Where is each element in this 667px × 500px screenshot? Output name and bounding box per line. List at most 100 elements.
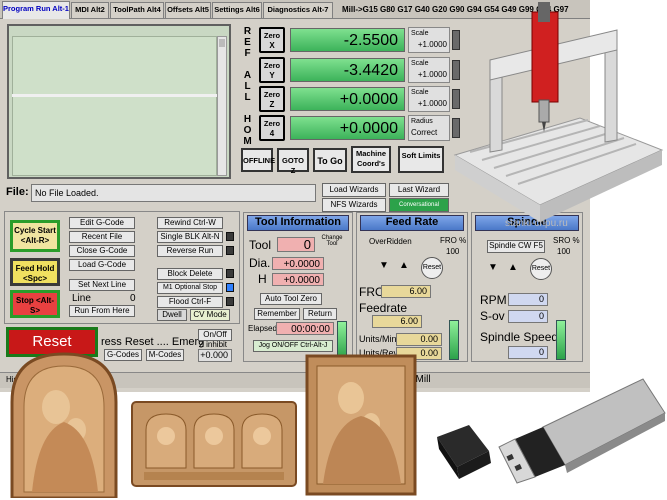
zero-x-button[interactable]: Zero X [259,27,285,53]
axis-letter: 4 [269,129,275,138]
offline-button[interactable]: OFFLINE [241,148,276,172]
carved-icon-arched-image [10,352,118,498]
block-delete-led [226,269,234,278]
scale-label: Scale [411,60,429,67]
tab-diagnostics[interactable]: Diagnostics Alt-7 [263,2,333,18]
tab-program-run[interactable]: Program Run Alt-1 [2,1,70,19]
reverse-run-led [226,246,234,255]
tab-settings[interactable]: Settings Alt6 [212,2,262,18]
stop-button[interactable]: Stop <Alt-S> [10,290,60,318]
optional-stop-button[interactable]: M1 Optional Stop [157,282,223,294]
mcodes-button[interactable]: M-Codes [146,349,184,361]
carved-icon-rectangular-image [305,354,417,496]
spindle-reset-button[interactable]: Reset [530,258,552,280]
nfs-wizards-button[interactable]: NFS Wizards [322,198,386,212]
auto-tool-zero-button[interactable]: Auto Tool Zero [260,293,322,305]
axis-letter: Y [269,71,275,80]
reset-message: ress Reset .... Emerg [101,336,205,348]
h-label: H [258,272,267,286]
load-gcode-button[interactable]: Load G-Code [69,259,135,271]
spindle-cw-button[interactable]: Spindle CW F5 [487,240,545,253]
scroll-thumb[interactable] [219,39,225,47]
return-button[interactable]: Return [303,308,337,320]
spindle-led-bar [556,320,566,360]
machine-coords-button[interactable]: Machine Coord's [351,146,391,173]
elapsed-label: Elapsed [248,324,277,333]
scale-label: Scale [411,30,429,37]
jog-toggle-button[interactable]: Jog ON/OFF Ctrl-Alt-J [253,340,333,352]
zero-label: Zero [263,61,281,70]
load-wizards-button[interactable]: Load Wizards [322,183,386,197]
single-block-button[interactable]: Single BLK Alt-N [157,231,223,243]
edit-gcode-button[interactable]: Edit G-Code [69,217,135,229]
soft-limits-button[interactable]: Soft Limits [398,146,444,173]
reverse-run-button[interactable]: Reverse Run [157,245,223,257]
z-inhibit-value[interactable]: +0.000 [198,349,232,362]
fro-value[interactable]: 6.00 [381,285,431,298]
tab-offsets[interactable]: Offsets Alt5 [165,2,211,18]
spindle-speed-value[interactable]: 0 [508,346,548,359]
cv-mode-indicator: CV Mode [190,309,230,321]
goto-z-button[interactable]: GOTO Z [277,148,309,175]
rpm-value[interactable]: 0 [508,293,548,306]
spindle-up-icon[interactable]: ▲ [507,262,519,274]
sov-value: 0 [508,310,548,323]
line-label: Line [72,293,91,304]
ref-all-home-button[interactable]: REF ALL HOME [240,26,254,158]
to-go-button[interactable]: To Go [313,148,347,172]
zero-label: Zero [263,119,281,128]
zero-4-button[interactable]: Zero 4 [259,115,285,141]
rpm-label: RPM [480,293,507,307]
set-next-line-button[interactable]: Set Next Line [69,279,135,291]
offline-label: OFFLINE [243,156,276,165]
soft-limits-label: Soft Limits [401,151,441,160]
feedrate-value[interactable]: 6.00 [372,315,422,328]
feed-reset-button[interactable]: Reset [421,257,443,279]
zero-y-button[interactable]: Zero Y [259,57,285,83]
block-delete-button[interactable]: Block Delete [157,268,223,280]
close-gcode-button[interactable]: Close G-Code [69,245,135,257]
tab-mdi[interactable]: MDI Alt2 [71,2,109,18]
single-block-led [226,232,234,241]
sov-label: S-ov [480,309,505,323]
dro-z[interactable]: +0.0000 [290,87,405,111]
cnc-router-image [453,2,664,222]
gcode-scrollbar[interactable] [217,36,227,176]
run-from-here-button[interactable]: Run From Here [69,305,135,317]
rewind-button[interactable]: Rewind Ctrl-W [157,217,223,229]
recent-file-button[interactable]: Recent File [69,231,135,243]
tool-diameter[interactable]: +0.0000 [272,257,324,270]
cycle-start-button[interactable]: Cycle Start <Alt-R> [10,220,60,252]
scale-label: Radius [411,118,433,125]
dro-y[interactable]: -3.4420 [290,58,405,82]
flood-button[interactable]: Flood Ctrl-F [157,296,223,308]
scale-label: Scale [411,89,429,96]
tool-label: Tool [249,238,272,252]
goto-z-label: GOTO Z [282,156,304,175]
ref-all-home-label: REF ALL HOME [242,26,253,158]
dwell-indicator: Dwell [157,309,187,321]
tab-toolpath[interactable]: ToolPath Alt4 [110,2,164,18]
dro-x[interactable]: -2.5500 [290,28,405,52]
gcode-listing [12,36,217,176]
feed-hold-button[interactable]: Feed Hold <Spc> [10,258,60,286]
remember-button[interactable]: Remember [254,308,300,320]
spindle-down-icon[interactable]: ▼ [487,262,499,274]
tool-number[interactable]: 0 [277,237,315,252]
sro-percent-label: SRO % [553,236,580,245]
feed-down-icon[interactable]: ▼ [378,260,390,272]
carved-triptych-image [131,401,297,487]
current-line-highlight [12,94,217,97]
feed-up-icon[interactable]: ▲ [398,260,410,272]
dro-4[interactable]: +0.0000 [290,116,405,140]
flood-led [226,297,234,306]
zero-z-button[interactable]: Zero Z [259,86,285,112]
units-min-value: 0.00 [396,333,442,346]
toolpath-display[interactable] [7,24,231,179]
feed-led-bar [449,320,459,360]
fro-percent-value: 100 [446,247,460,256]
elapsed-time: 00:00:00 [276,322,334,335]
tool-height[interactable]: +0.0000 [272,273,324,286]
change-tool-button[interactable]: Change Tool [318,235,346,247]
line-value: 0 [130,293,136,304]
